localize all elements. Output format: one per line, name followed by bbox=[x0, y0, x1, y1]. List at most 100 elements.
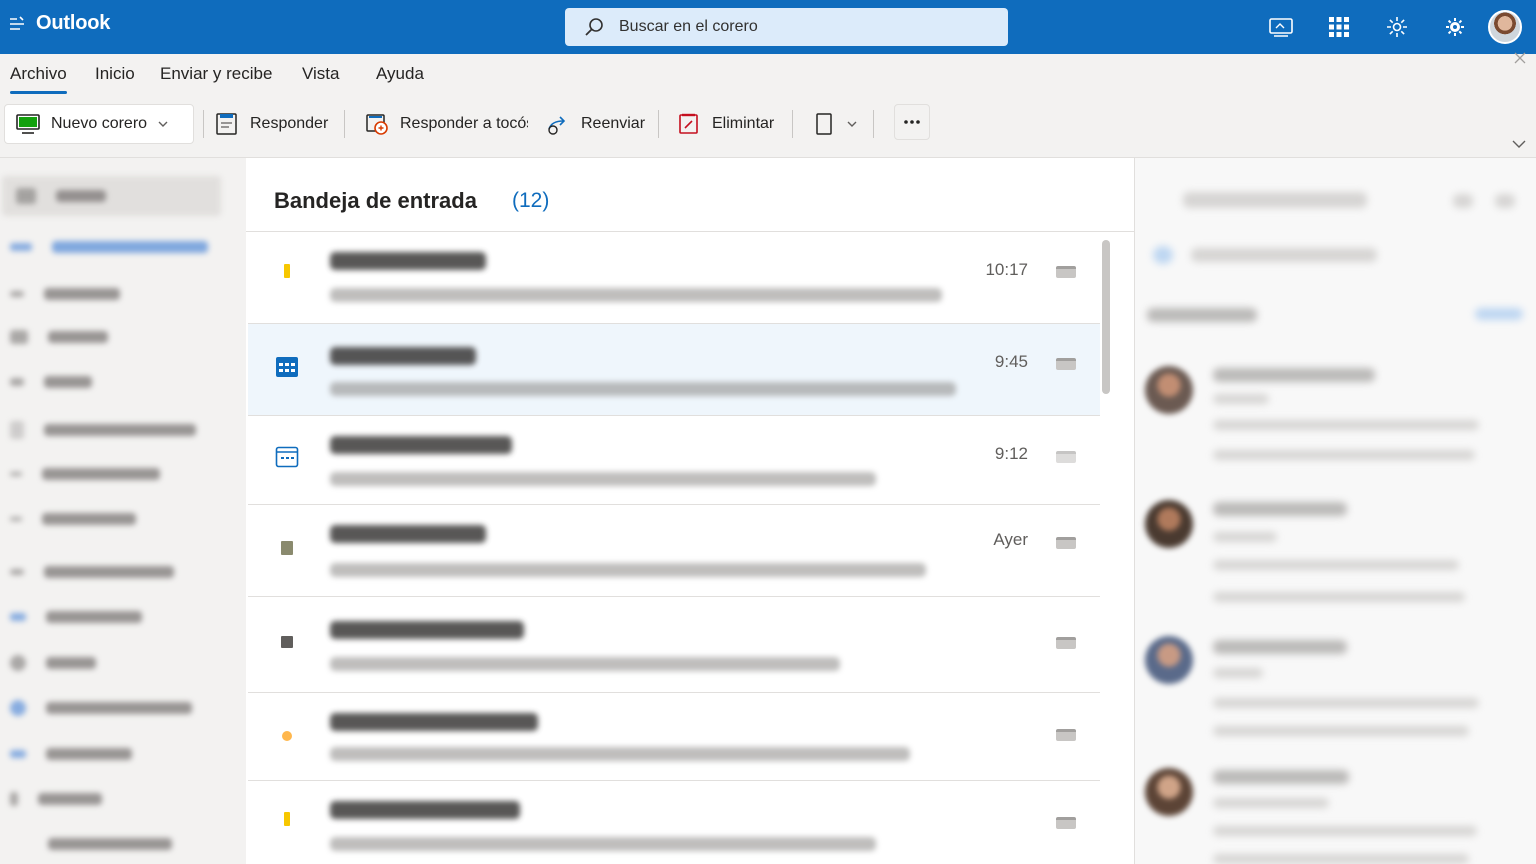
message-row[interactable]: 9:12 bbox=[248, 416, 1100, 505]
message-sender bbox=[330, 436, 512, 454]
tab-ayuda[interactable]: Ayuda bbox=[376, 64, 424, 84]
more-dots-icon bbox=[904, 120, 920, 124]
folder-icon bbox=[10, 378, 24, 386]
forward-button[interactable]: Reenviar bbox=[545, 104, 645, 144]
pane-section-link[interactable] bbox=[1475, 308, 1523, 320]
settings-gear-icon[interactable] bbox=[1368, 0, 1426, 54]
folder-pane bbox=[0, 158, 244, 864]
pane-section-title bbox=[1147, 308, 1257, 322]
message-sender bbox=[330, 713, 538, 731]
chevron-down-icon[interactable] bbox=[157, 118, 169, 130]
tips-gear-icon[interactable] bbox=[1426, 0, 1484, 54]
pane-action-icon[interactable] bbox=[1495, 194, 1515, 208]
app-brand[interactable]: Outlook bbox=[8, 12, 110, 35]
message-list-scrollbar[interactable] bbox=[1102, 240, 1110, 394]
note-icon bbox=[274, 535, 300, 561]
nav-item-inbox[interactable] bbox=[10, 231, 208, 263]
title-bar: Outlook Buscar en el corero bbox=[0, 0, 1536, 54]
contact-detail bbox=[1213, 726, 1469, 736]
message-list-header: Bandeja de entrada (12) bbox=[246, 158, 1134, 232]
user-avatar[interactable] bbox=[1488, 10, 1522, 44]
message-status-icon[interactable] bbox=[1056, 817, 1076, 829]
contact-detail bbox=[1213, 560, 1459, 570]
folder-icon bbox=[10, 569, 24, 575]
new-mail-button[interactable]: Nuevo corero bbox=[4, 104, 194, 144]
search-input[interactable]: Buscar en el corero bbox=[619, 18, 758, 36]
message-row[interactable] bbox=[248, 597, 1100, 693]
nav-item[interactable] bbox=[10, 503, 136, 535]
nav-item[interactable] bbox=[10, 458, 160, 490]
contact-detail bbox=[1213, 854, 1469, 864]
ribbon-expand-chevron-icon[interactable] bbox=[1512, 138, 1526, 150]
reply-all-icon bbox=[366, 114, 388, 135]
reply-all-button[interactable]: Responder a tocós bbox=[364, 104, 528, 144]
ribbon-divider bbox=[873, 110, 874, 138]
contact-avatar[interactable] bbox=[1145, 636, 1193, 684]
message-status-icon[interactable] bbox=[1056, 637, 1076, 649]
tab-enviar-y-recibir[interactable]: Enviar y recibe bbox=[160, 64, 272, 84]
message-row[interactable] bbox=[248, 693, 1100, 781]
more-options-button[interactable] bbox=[894, 104, 930, 140]
message-row[interactable] bbox=[248, 781, 1100, 864]
folder-title: Bandeja de entrada bbox=[274, 188, 477, 213]
contact-detail bbox=[1213, 592, 1465, 602]
move-to-icon bbox=[816, 113, 832, 135]
contact-detail bbox=[1213, 450, 1475, 460]
nav-item[interactable] bbox=[10, 738, 132, 770]
contact-avatar[interactable] bbox=[1145, 366, 1193, 414]
message-status-icon[interactable] bbox=[1056, 358, 1076, 370]
message-status-icon[interactable] bbox=[1056, 729, 1076, 741]
dot-orange-icon bbox=[274, 723, 300, 749]
ribbon-divider bbox=[344, 110, 345, 138]
nav-item[interactable] bbox=[10, 366, 92, 398]
delete-button[interactable]: Elimintar bbox=[676, 104, 774, 144]
pane-action-icon[interactable] bbox=[1453, 194, 1473, 208]
folder-icon bbox=[10, 792, 18, 806]
pane-info-text bbox=[1191, 248, 1377, 262]
message-status-icon[interactable] bbox=[1056, 537, 1076, 549]
calendar-outline-icon bbox=[274, 444, 300, 470]
message-preview bbox=[330, 657, 840, 671]
message-preview bbox=[330, 472, 876, 486]
message-preview bbox=[330, 288, 942, 302]
nav-item[interactable] bbox=[10, 783, 102, 815]
tab-vista[interactable]: Vista bbox=[302, 64, 340, 84]
folder-icon bbox=[10, 472, 22, 476]
calendar-icon bbox=[274, 354, 300, 380]
contact-avatar[interactable] bbox=[1145, 768, 1193, 816]
move-to-button[interactable] bbox=[814, 104, 858, 144]
pane-info-icon bbox=[1153, 246, 1173, 264]
nav-item[interactable] bbox=[10, 828, 172, 860]
message-time: 10:17 bbox=[985, 260, 1028, 279]
title-bar-actions bbox=[1252, 0, 1536, 54]
nav-item[interactable] bbox=[10, 647, 96, 679]
nav-item[interactable] bbox=[10, 601, 142, 633]
apps-icon[interactable] bbox=[1310, 0, 1368, 54]
message-row[interactable]: 9:45 bbox=[248, 324, 1100, 416]
square-icon bbox=[274, 629, 300, 655]
message-status-icon[interactable] bbox=[1056, 451, 1076, 463]
tab-inicio[interactable]: Inicio bbox=[95, 64, 135, 84]
nav-item[interactable] bbox=[10, 414, 196, 446]
nav-item[interactable] bbox=[10, 556, 174, 588]
tab-archivo[interactable]: Archivo bbox=[10, 64, 67, 94]
close-icon[interactable] bbox=[1512, 50, 1528, 66]
folder-icon bbox=[10, 700, 26, 716]
nav-item[interactable] bbox=[10, 321, 108, 353]
nav-item[interactable] bbox=[10, 278, 120, 310]
message-row[interactable]: 10:17 bbox=[248, 232, 1100, 324]
collapse-nav-icon[interactable] bbox=[8, 15, 26, 33]
message-preview bbox=[330, 382, 956, 396]
message-status-icon[interactable] bbox=[1056, 266, 1076, 278]
folder-icon bbox=[16, 188, 36, 204]
message-row[interactable]: Ayer bbox=[248, 505, 1100, 597]
search-box[interactable]: Buscar en el corero bbox=[565, 8, 1008, 46]
my-day-icon[interactable] bbox=[1252, 0, 1310, 54]
chevron-down-icon[interactable] bbox=[846, 118, 858, 130]
nav-item[interactable] bbox=[10, 692, 192, 724]
folder-icon bbox=[10, 517, 22, 521]
reply-button[interactable]: Responder bbox=[214, 104, 328, 144]
nav-item[interactable] bbox=[2, 176, 221, 216]
contact-avatar[interactable] bbox=[1145, 500, 1193, 548]
unread-count: (12) bbox=[512, 189, 550, 212]
